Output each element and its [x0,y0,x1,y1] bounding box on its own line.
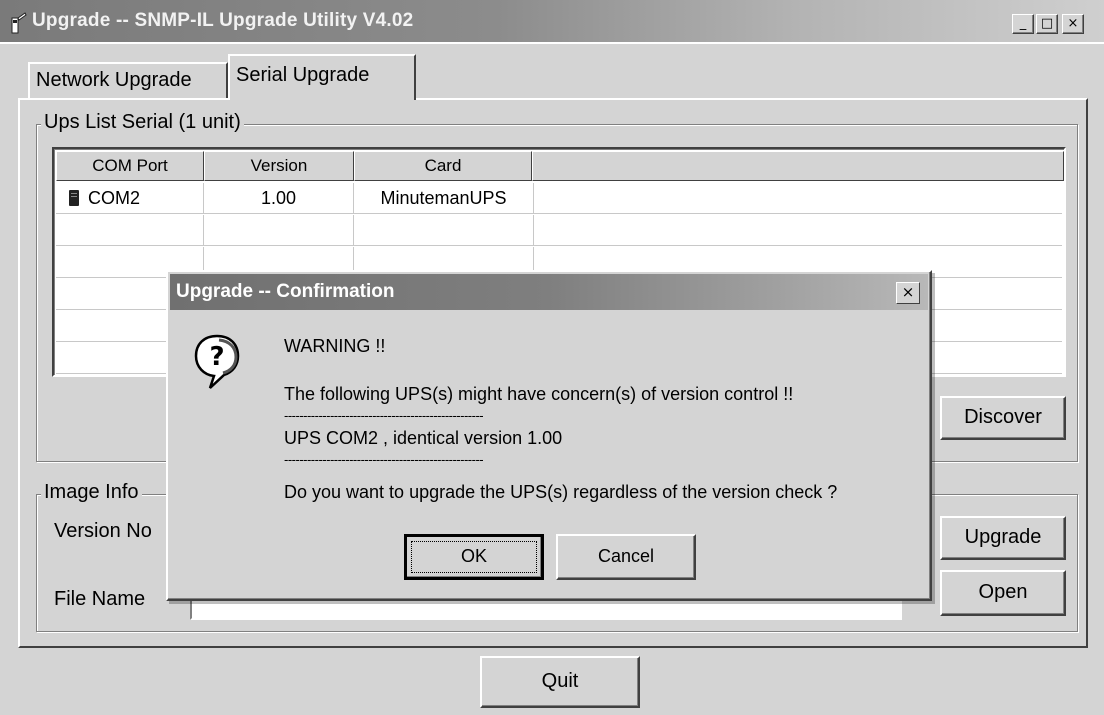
dialog-separator: ----------------------------------------… [284,408,484,423]
table-row[interactable]: COM2 1.00 MinutemanUPS [56,183,1062,214]
dialog-close-button[interactable]: × [896,282,920,304]
discover-button-label: Discover [964,406,1042,428]
dialog-line1: The following UPS(s) might have concern(… [284,384,794,404]
confirmation-dialog: Upgrade -- Confirmation × ? WARNING !! T… [166,270,932,601]
cell-empty [56,215,204,246]
dialog-title-bar[interactable]: Upgrade -- Confirmation × [170,274,928,310]
cell-empty [204,215,354,246]
column-header-empty [532,151,1064,181]
com-port-value: COM2 [88,188,141,208]
tab-network-upgrade[interactable]: Network Upgrade [28,62,228,98]
cell-empty [354,215,534,246]
window-title: Upgrade -- SNMP-IL Upgrade Utility V4.02 [32,10,414,31]
column-header-com-port[interactable]: COM Port [56,151,204,181]
svg-text:?: ? [209,342,224,372]
discover-button[interactable]: Discover [940,396,1066,440]
maximize-button[interactable]: □ [1036,14,1058,34]
tab-serial-upgrade[interactable]: Serial Upgrade [228,54,416,100]
cell-empty [534,183,1062,214]
ok-button[interactable]: OK [404,534,544,580]
focus-rectangle [411,541,537,573]
version-no-label: Version No [54,520,152,542]
quit-button[interactable]: Quit [480,656,640,708]
image-info-group-label: Image Info [41,481,142,504]
dialog-separator: ----------------------------------------… [284,452,484,467]
table-row[interactable] [56,215,1062,246]
cancel-button[interactable]: Cancel [556,534,696,580]
file-name-label: File Name [54,588,146,610]
ups-icon [69,190,79,206]
title-bar[interactable]: Upgrade -- SNMP-IL Upgrade Utility V4.02… [0,0,1104,44]
cell-card: MinutemanUPS [354,183,534,214]
dialog-warning: WARNING !! [284,336,386,356]
minimize-button[interactable]: _ [1012,14,1034,34]
question-icon: ? [194,334,240,389]
dialog-line2: UPS COM2 , identical version 1.00 [284,428,563,448]
column-header-version[interactable]: Version [204,151,354,181]
cell-version: 1.00 [204,183,354,214]
open-button[interactable]: Open [940,570,1066,616]
column-header-card[interactable]: Card [354,151,532,181]
app-icon [11,12,27,34]
dialog-line3: Do you want to upgrade the UPS(s) regard… [284,482,838,502]
close-button[interactable]: × [1062,14,1084,34]
upgrade-button[interactable]: Upgrade [940,516,1066,560]
cell-com-port: COM2 [56,183,204,214]
ups-list-group-label: Ups List Serial (1 unit) [41,111,244,134]
dialog-title: Upgrade -- Confirmation [176,281,395,302]
